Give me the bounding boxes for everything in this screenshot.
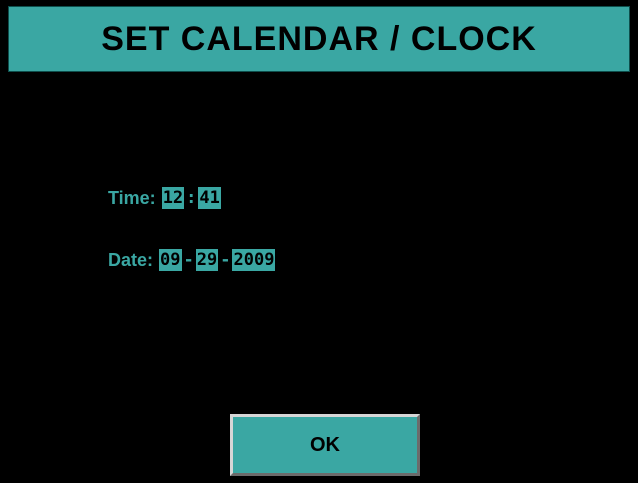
hour-field[interactable]: 12: [161, 187, 185, 209]
day-field[interactable]: 29: [195, 249, 219, 271]
minute-field[interactable]: 41: [198, 187, 221, 209]
date-label: Date:: [108, 249, 154, 270]
date-separator-1: -: [183, 250, 194, 270]
date-separator-2: -: [220, 250, 231, 270]
ok-button[interactable]: OK: [230, 414, 420, 476]
title-bar: SET CALENDAR / CLOCK: [8, 6, 630, 72]
time-label: Time:: [108, 187, 156, 208]
set-calendar-clock-screen: SET CALENDAR / CLOCK Time: 12 : 41 Date:…: [0, 0, 638, 483]
ok-button-label: OK: [310, 433, 340, 456]
time-separator: :: [186, 188, 197, 208]
time-row: Time: 12 : 41: [108, 186, 221, 210]
month-field[interactable]: 09: [159, 249, 182, 271]
year-field[interactable]: 2009: [232, 249, 276, 271]
date-row: Date: 09 - 29 - 2009: [108, 248, 276, 272]
page-title: SET CALENDAR / CLOCK: [101, 19, 537, 58]
